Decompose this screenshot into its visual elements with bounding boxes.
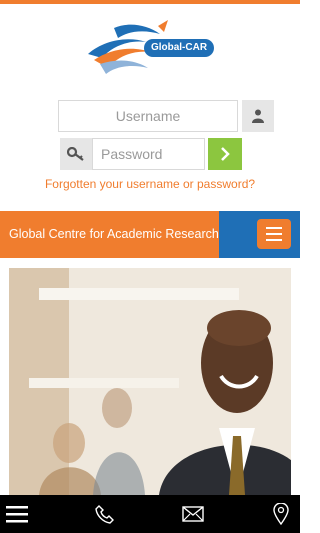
hamburger-menu-button[interactable]: [257, 219, 291, 249]
forgot-credentials-link[interactable]: Forgotten your username or password?: [0, 177, 300, 191]
map-pin-icon[interactable]: [268, 501, 294, 527]
envelope-icon[interactable]: [180, 501, 206, 527]
bottom-toolbar: [0, 495, 300, 533]
password-input[interactable]: [93, 139, 204, 169]
login-submit-button[interactable]: [208, 138, 242, 170]
phone-icon[interactable]: [92, 501, 118, 527]
password-field[interactable]: [92, 138, 205, 170]
username-input[interactable]: [59, 101, 237, 131]
top-accent-strip: [0, 0, 300, 4]
hero-image: [9, 268, 291, 495]
chevron-right-icon: [221, 147, 230, 161]
hero-photo: [9, 268, 291, 495]
logo-text: Global-CAR: [144, 39, 214, 57]
site-banner: Global Centre for Academic Research: [0, 211, 300, 258]
menu-lines-icon[interactable]: [4, 501, 30, 527]
site-title: Global Centre for Academic Research: [9, 227, 219, 241]
key-icon: [60, 138, 92, 170]
site-logo[interactable]: Global-CAR: [84, 18, 216, 80]
user-icon: [242, 100, 274, 132]
username-field[interactable]: [58, 100, 238, 132]
menu-panel: [219, 211, 300, 258]
